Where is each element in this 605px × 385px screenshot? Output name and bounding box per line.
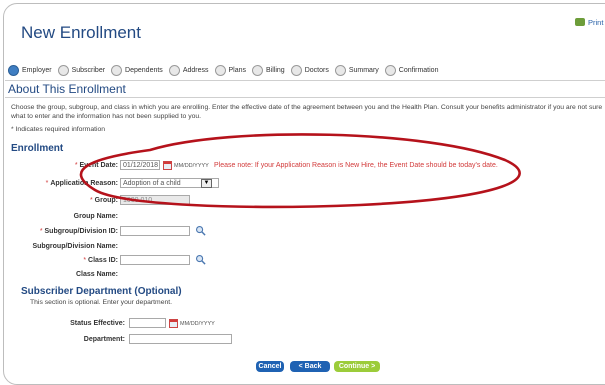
page-frame bbox=[3, 3, 605, 385]
print-label: Print this pa bbox=[588, 18, 605, 27]
step-doctors[interactable]: Doctors bbox=[290, 64, 329, 76]
step-radio-icon bbox=[290, 64, 302, 76]
print-link[interactable]: Print this pa bbox=[575, 18, 605, 27]
step-radio-icon bbox=[334, 64, 346, 76]
application-reason-label: * Application Reason: bbox=[45, 180, 118, 187]
subgroup-id-input[interactable] bbox=[120, 226, 190, 236]
calendar-icon[interactable] bbox=[163, 161, 172, 170]
step-radio-icon bbox=[252, 64, 264, 76]
event-date-format: MM/DD/YYYY bbox=[174, 163, 209, 169]
section-title: About This Enrollment bbox=[8, 82, 126, 96]
continue-button[interactable]: Continue > bbox=[334, 361, 380, 372]
cancel-button[interactable]: Cancel bbox=[256, 361, 284, 372]
step-employer[interactable]: Employer bbox=[8, 64, 52, 76]
group-name-label: Group Name: bbox=[73, 213, 118, 220]
step-radio-icon bbox=[111, 64, 123, 76]
step-subscriber[interactable]: Subscriber bbox=[57, 64, 105, 76]
step-radio-icon bbox=[57, 64, 69, 76]
enrollment-heading: Enrollment bbox=[11, 143, 64, 154]
search-icon[interactable] bbox=[195, 254, 206, 265]
status-effective-input[interactable] bbox=[129, 318, 166, 328]
class-id-label: * Class ID: bbox=[83, 257, 118, 264]
department-label: Department: bbox=[83, 336, 125, 343]
class-name-label: Class Name: bbox=[75, 271, 118, 278]
event-date-note: Please note: If your Application Reason … bbox=[214, 162, 498, 169]
step-address[interactable]: Address bbox=[168, 64, 209, 76]
search-icon[interactable] bbox=[195, 225, 206, 236]
step-dependents[interactable]: Dependents bbox=[111, 64, 163, 76]
back-button[interactable]: < Back bbox=[290, 361, 330, 372]
step-radio-icon bbox=[8, 64, 19, 76]
step-radio-icon bbox=[214, 64, 226, 76]
step-billing[interactable]: Billing bbox=[252, 64, 285, 76]
application-reason-value: Adoption of a child bbox=[123, 180, 181, 187]
progress-steps: Employer Subscriber Dependents Address P… bbox=[8, 64, 444, 76]
chevron-down-icon[interactable]: ▼ bbox=[201, 179, 212, 188]
group-label: * Group: bbox=[90, 197, 118, 204]
step-plans[interactable]: Plans bbox=[214, 64, 246, 76]
class-id-input[interactable] bbox=[120, 255, 190, 265]
step-confirmation[interactable]: Confirmation bbox=[384, 64, 438, 76]
subscriber-department-note: This section is optional. Enter your dep… bbox=[30, 299, 173, 306]
intro-text: Choose the group, subgroup, and class in… bbox=[11, 104, 603, 120]
subgroup-id-label: * Subgroup/Division ID: bbox=[39, 228, 118, 235]
step-radio-icon bbox=[384, 64, 396, 76]
department-input[interactable] bbox=[129, 334, 232, 344]
step-summary[interactable]: Summary bbox=[334, 64, 379, 76]
step-radio-icon bbox=[168, 64, 180, 76]
event-date-input[interactable]: 01/12/2018 bbox=[120, 160, 160, 170]
subscriber-department-heading: Subscriber Department (Optional) bbox=[21, 286, 182, 297]
page-title: New Enrollment bbox=[21, 23, 141, 42]
required-note: * Indicates required information bbox=[11, 126, 106, 133]
status-effective-label: Status Effective: bbox=[70, 320, 125, 327]
printer-icon bbox=[575, 18, 585, 26]
group-input: 1000 010 bbox=[120, 195, 190, 205]
calendar-icon[interactable] bbox=[169, 319, 178, 328]
status-effective-format: MM/DD/YYYY bbox=[180, 321, 215, 327]
event-date-label: * Event Date: bbox=[74, 162, 118, 169]
subgroup-name-label: Subgroup/Division Name: bbox=[32, 243, 118, 250]
